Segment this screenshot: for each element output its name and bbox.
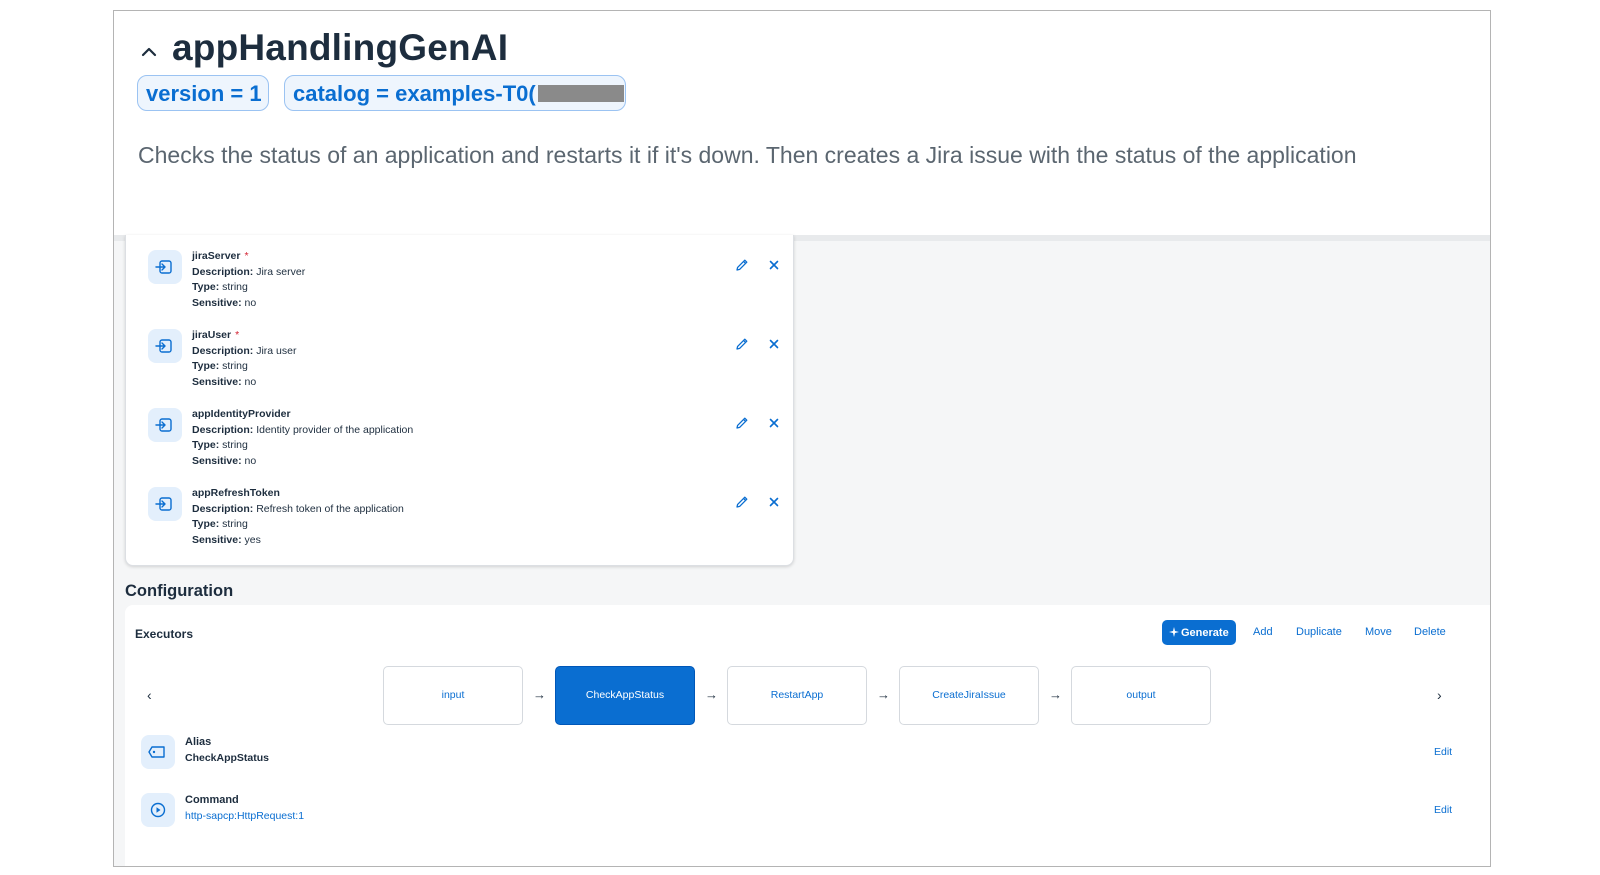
parameter-type: string [222,518,248,530]
page-title: appHandlingGenAI [172,27,509,68]
input-parameter-icon [148,250,182,284]
edit-alias-link[interactable]: Edit [1434,746,1452,758]
add-button[interactable]: Add [1253,626,1273,638]
chevron-left-icon[interactable]: ‹ [147,687,152,703]
delete-button[interactable]: Delete [1414,626,1446,638]
pencil-icon[interactable] [734,336,750,352]
parameter-sensitive: no [244,375,257,388]
tag-icon [141,735,175,769]
arrow-right-icon: → [533,687,546,702]
sensitive-label: Sensitive: [192,375,242,388]
version-tag: version = 1 [137,75,269,111]
pencil-icon[interactable] [734,494,750,510]
parameter-sensitive: yes [244,533,261,546]
arrow-right-icon: → [1049,687,1062,702]
parameter-name: appIdentityProvider [192,408,291,420]
edit-command-link[interactable]: Edit [1434,804,1452,816]
close-icon[interactable] [766,257,782,273]
type-label: Type: [192,518,220,530]
parameter-name: appRefreshToken [192,487,280,499]
parameter-name: jiraUser [192,329,232,341]
sensitive-label: Sensitive: [192,296,242,309]
generate-button[interactable]: Generate [1162,620,1236,645]
step-check-app-status[interactable]: CheckAppStatus [555,666,695,725]
sensitive-label: Sensitive: [192,454,242,467]
parameter-description: Jira server [256,265,306,278]
step-restart-app[interactable]: RestartApp [727,666,867,725]
move-button[interactable]: Move [1365,626,1392,638]
chevron-right-icon[interactable]: › [1437,687,1442,703]
sparkle-icon [1169,627,1179,637]
inputs-card: jiraServer * Description: Jira server Typ… [125,235,794,566]
list-item: jiraServer * Description: Jira server Typ… [148,249,779,313]
parameter-name: jiraServer [192,250,241,262]
close-icon[interactable] [766,415,782,431]
parameter-details: jiraServer * Description: Jira server Typ… [192,249,305,311]
alias-row: Alias CheckAppStatus Edit [141,735,1461,775]
list-item: jiraUser * Description: Jira user Type: s… [148,328,779,392]
list-item: appIdentityProvider Description: Identit… [148,407,779,471]
content-canvas: jiraServer * Description: Jira server Typ… [114,235,1490,866]
step-input[interactable]: input [383,666,523,725]
command-label: Command [185,794,239,806]
sensitive-label: Sensitive: [192,533,242,546]
pencil-icon[interactable] [734,257,750,273]
configuration-card: Executors Generate Add Duplicate Move De… [125,605,1490,866]
chevron-up-icon[interactable] [138,41,160,63]
generate-button-label: Generate [1181,626,1229,639]
parameter-sensitive: no [244,454,257,467]
header: appHandlingGenAI version = 1 catalog = e… [114,11,1490,235]
required-marker: * [244,250,249,262]
alias-label: Alias [185,736,212,748]
description-label: Description: [192,502,254,515]
arrow-right-icon: → [705,687,718,702]
executors-heading: Executors [135,627,194,641]
parameter-type: string [222,281,248,293]
list-item: appRefreshToken Description: Refresh tok… [148,486,779,550]
command-value-link[interactable]: http-sapcp:HttpRequest:1 [185,810,304,822]
catalog-tag: catalog = examples-T0( [284,75,626,111]
input-parameter-icon [148,408,182,442]
arrow-right-icon: → [877,687,890,702]
type-label: Type: [192,281,220,293]
redaction-block [537,85,624,102]
description-label: Description: [192,265,254,278]
catalog-tag-label: catalog = examples-T0( [293,81,536,106]
parameter-description: Identity provider of the application [256,423,414,436]
description-label: Description: [192,344,254,357]
configuration-heading: Configuration [125,582,234,600]
step-create-jira-issue[interactable]: CreateJiraIssue [899,666,1039,725]
close-icon[interactable] [766,494,782,510]
parameter-description: Jira user [256,344,297,357]
command-row: Command http-sapcp:HttpRequest:1 Edit [141,793,1461,833]
close-icon[interactable] [766,336,782,352]
parameter-type: string [222,439,248,451]
pencil-icon[interactable] [734,415,750,431]
required-marker: * [235,329,240,341]
type-label: Type: [192,439,220,451]
play-icon [141,793,175,827]
duplicate-button[interactable]: Duplicate [1296,626,1342,638]
step-output[interactable]: output [1071,666,1211,725]
input-parameter-icon [148,329,182,363]
parameter-description: Refresh token of the application [256,502,404,515]
parameter-details: appRefreshToken Description: Refresh tok… [192,486,404,548]
parameter-details: appIdentityProvider Description: Identit… [192,407,413,469]
parameter-details: jiraUser * Description: Jira user Type: s… [192,328,296,390]
parameter-sensitive: no [244,296,257,309]
version-tag-label: version = 1 [146,81,262,106]
alias-value: CheckAppStatus [185,752,270,764]
type-label: Type: [192,360,220,372]
app-frame: appHandlingGenAI version = 1 catalog = e… [113,10,1491,867]
description-label: Description: [192,423,254,436]
input-parameter-icon [148,487,182,521]
parameter-type: string [222,360,248,372]
page-description: Checks the status of an application and … [138,142,1357,168]
